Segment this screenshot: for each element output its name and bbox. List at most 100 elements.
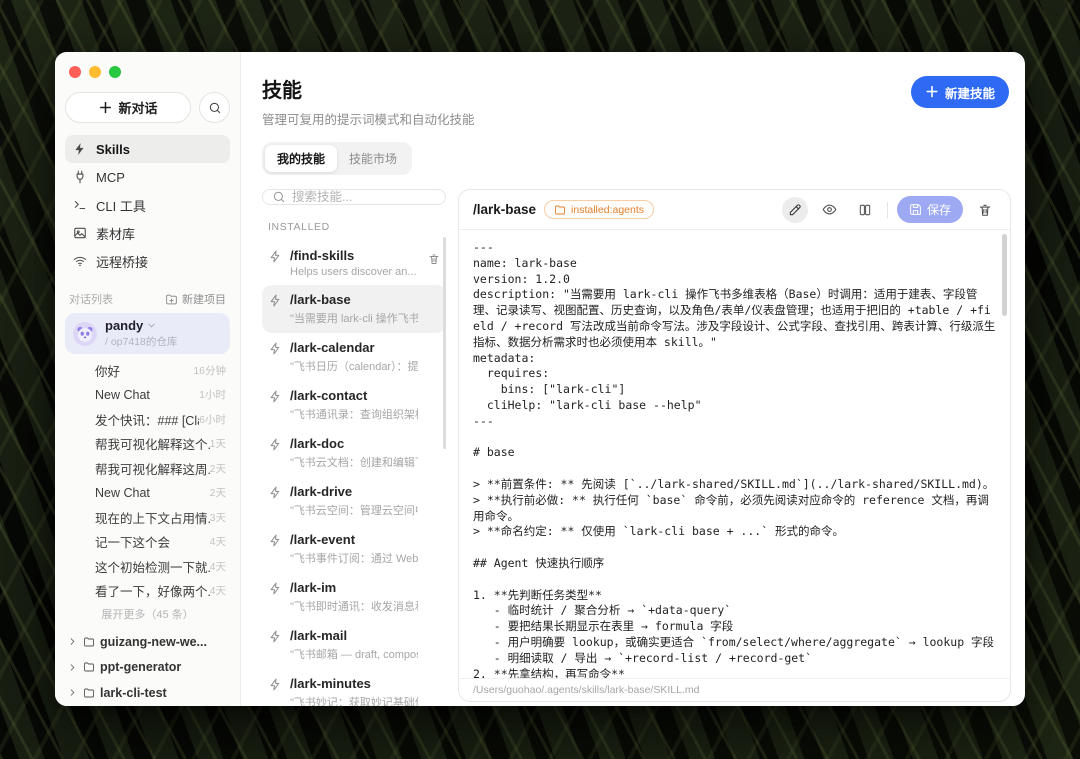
folder-list: guizang-new-we... ppt-generator lark-cli-t… [65,629,230,706]
chat-item[interactable]: New Chat 2天 [65,481,230,506]
save-button[interactable]: 保存 [897,196,963,223]
skill-item-lark-minutes[interactable]: /lark-minutes"飞书妙记：获取妙记基础信息... [262,669,446,706]
chat-time: 1小时 [199,387,226,402]
bolt-icon [269,534,282,547]
bolt-icon [269,438,282,451]
profile-name: pandy [105,318,143,333]
skill-item-lark-im[interactable]: /lark-im"飞书即时通讯：收发消息和管... [262,573,446,621]
skill-item-find-skills[interactable]: /find-skills Helps users discover an... [262,241,446,285]
folder-item-guizang-new-we[interactable]: guizang-new-we... [65,629,230,655]
chat-list: 你好16分钟New Chat1小时发个快讯：### [Cla...6小时帮我可视… [65,358,230,603]
new-chat-label: 新对话 [118,98,157,117]
new-project-button[interactable]: 新建项目 [165,291,226,307]
skill-item-lark-event[interactable]: /lark-event "飞书事件订阅：通过 WebSoc... [262,525,446,573]
bolt-icon [269,678,282,691]
split-view-button[interactable] [852,197,878,223]
edit-button[interactable] [782,197,808,223]
chat-time: 4天 [210,559,226,574]
chat-item[interactable]: 现在的上下文占用情...3天 [65,505,230,530]
new-skill-button[interactable]: ＋ 新建技能 [911,76,1009,108]
chevron-down-icon [146,320,157,331]
skill-item-lark-contact[interactable]: /lark-contact"飞书通讯录：查询组织架构、... [262,381,446,429]
close-window-button[interactable] [69,66,81,78]
save-icon [909,203,922,216]
skill-name: /lark-event [290,532,418,547]
chat-title: 你好 [95,361,120,380]
installed-label: INSTALLED [268,221,440,233]
skill-editor[interactable]: --- name: lark-base version: 1.2.0 descr… [459,230,1010,678]
sidebar-search-button[interactable] [199,92,230,123]
chat-title: 现在的上下文占用情... [95,508,210,527]
skill-item-lark-mail[interactable]: /lark-mail"飞书邮箱 — draft, compose, ... [262,621,446,669]
skill-description: "飞书事件订阅：通过 WebSoc... [290,550,418,566]
page-subtitle: 管理可复用的提示词模式和自动化技能 [262,109,1011,128]
chat-item[interactable]: 记一下这个会4天 [65,530,230,555]
chat-item[interactable]: 你好16分钟 [65,358,230,383]
file-path: /Users/guohao/.agents/skills/lark-base/S… [459,678,1010,701]
delete-skill-icon-button[interactable] [428,253,440,268]
bolt-icon [73,142,87,156]
chat-time: 3天 [210,510,226,525]
chat-time: 6小时 [199,412,226,427]
delete-skill-button[interactable] [972,197,998,223]
chat-title: New Chat [95,486,150,500]
app-window: ＋ 新对话 SkillsMCPCLI 工具素材库远程桥接 对话列表 新建项目 p… [55,52,1025,706]
chat-item[interactable]: 看了一下，好像两个...4天 [65,579,230,604]
sidebar-item-mcp[interactable]: MCP [65,163,230,191]
sidebar-item-label: Skills [96,142,130,157]
skill-search [262,189,446,205]
sidebar-item-label: 素材库 [96,224,135,243]
folder-label: guizang-new-we... [100,635,207,649]
folder-label: ppt-generator [100,660,181,674]
skill-item-lark-doc[interactable]: /lark-doc"飞书云文档：创建和编辑飞书... [262,429,446,477]
sidebar-item-skills[interactable]: Skills [65,135,230,163]
settings-button[interactable]: 设置 [65,706,230,707]
skill-item-lark-base[interactable]: /lark-base"当需要用 lark-cli 操作飞书多... [262,285,446,333]
folder-item-ppt-generator[interactable]: ppt-generator [65,655,230,681]
skill-search-input[interactable] [292,190,436,204]
chat-item[interactable]: 这个初始检测一下就...4天 [65,554,230,579]
expand-more-button[interactable]: 展开更多（45 条） [65,603,230,627]
tab-my-skills[interactable]: 我的技能 [265,145,337,172]
list-scrollbar[interactable] [443,237,446,449]
chat-item[interactable]: 帮我可视化解释这周...2天 [65,456,230,481]
sidebar-item-remote-bridge[interactable]: 远程桥接 [65,247,230,275]
folder-item-lark-cli-test[interactable]: lark-cli-test [65,680,230,706]
new-chat-button[interactable]: ＋ 新对话 [65,92,191,123]
chat-time: 2天 [210,485,226,500]
chat-time: 4天 [210,583,226,598]
preview-button[interactable] [817,197,843,223]
columns-icon [858,203,872,217]
skill-name: /find-skills [290,248,417,263]
zoom-window-button[interactable] [109,66,121,78]
image-icon [73,226,87,240]
editor-scrollbar[interactable] [1002,234,1007,316]
skill-item-lark-drive[interactable]: /lark-drive"飞书云空间：管理云空间中的... [262,477,446,525]
terminal-icon [73,198,87,212]
bolt-icon [269,390,282,403]
chat-item[interactable]: 帮我可视化解释这个...1天 [65,432,230,457]
search-icon [208,101,222,115]
plug-icon [73,170,87,184]
skill-description: Helps users discover an... [290,266,417,278]
skill-detail-card: /lark-base installed:agents [458,189,1011,702]
plus-icon: ＋ [98,101,112,115]
minimize-window-button[interactable] [89,66,101,78]
chevron-right-icon [67,687,78,698]
sidebar-item-cli-tools[interactable]: CLI 工具 [65,191,230,219]
trash-icon [978,203,992,217]
main-content: 技能 管理可复用的提示词模式和自动化技能 ＋ 新建技能 我的技能技能市场 INS… [241,52,1025,706]
skill-item-lark-calendar[interactable]: /lark-calendar"飞书日历（calendar）：提供... [262,333,446,381]
bolt-icon [269,342,282,355]
sidebar-item-assets[interactable]: 素材库 [65,219,230,247]
tab-skill-market[interactable]: 技能市场 [337,145,409,172]
search-icon [272,190,286,204]
project-selector[interactable]: pandy / op7418的仓库 [65,313,230,354]
bolt-icon [269,582,282,595]
chat-item[interactable]: 发个快讯：### [Cla...6小时 [65,407,230,432]
eye-icon [822,202,837,217]
sidebar-item-label: CLI 工具 [96,196,146,215]
chat-item[interactable]: New Chat1小时 [65,383,230,408]
window-controls [65,52,230,78]
skill-description: "飞书邮箱 — draft, compose, ... [290,646,418,662]
